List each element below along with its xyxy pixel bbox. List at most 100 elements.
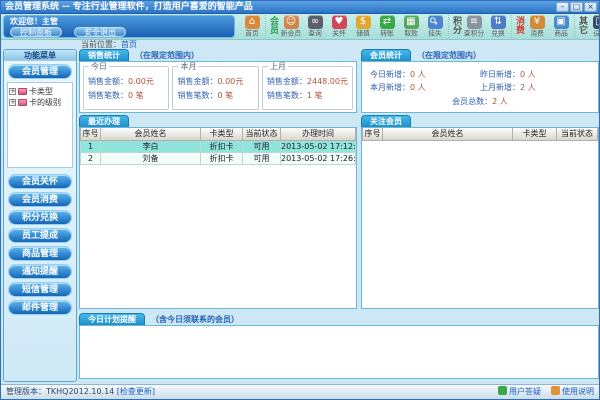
tab-member-statistics[interactable]: 会员统计 <box>361 49 411 61</box>
logout-button[interactable]: 安全退出 <box>74 27 126 37</box>
care-icon: ♥ <box>331 15 347 29</box>
group-label-other: 其它 <box>577 16 587 34</box>
settings-icon: ◨ <box>592 15 599 29</box>
toolbar-group-other: 其它 ◨ 设置 ◔ 提醒 ☎ 发短信 ✉ 群邮件 ▥ <box>574 15 599 38</box>
manual-icon <box>551 386 560 395</box>
group-label-points: 积分 <box>451 16 461 34</box>
toolbar-item-check-points[interactable]: ≡ 查积分 <box>462 15 486 38</box>
toolbar-item-withdraw[interactable]: ▦ 取款 <box>399 15 423 38</box>
sidebar-item-member-consume[interactable]: 会员消费 <box>8 192 72 207</box>
table-header-row: 序号 会员姓名 卡类型 当前状态 办理时间 <box>80 128 356 141</box>
toolbar: ⌂ 首页 会员 ☺ 新会员 ∞ 查询 ♥ 关怀 $ 储值 ⇄ 转账 ▦ 取款 ♀… <box>239 14 599 40</box>
new-member-icon: ☺ <box>283 15 299 29</box>
window-title: 会员管理系统 -- 专注行业管理软件，打造用户喜爱的智能产品 <box>5 2 253 12</box>
breadcrumb-label: 当前位置： <box>81 40 121 49</box>
expander-icon[interactable]: + <box>9 99 16 106</box>
toolbar-item-consume[interactable]: ¥ 消费 <box>525 15 549 38</box>
sidebar-item-staff-commission[interactable]: 员工提成 <box>8 228 72 243</box>
check-update-link[interactable]: [检查更新] <box>117 387 155 396</box>
consume-icon: ¥ <box>529 15 545 29</box>
toolbar-item-transfer[interactable]: ⇄ 转账 <box>375 15 399 38</box>
toolbar-item-care[interactable]: ♥ 关怀 <box>327 15 351 38</box>
toolbar-item-search[interactable]: ∞ 查询 <box>303 15 327 38</box>
statusbar: 管理版本：TKHQ2012.10.14 [检查更新] 用户答疑 使用说明 <box>1 384 599 399</box>
toolbar-group-home: ⌂ 首页 <box>239 15 265 38</box>
member-scope-hint: （在限定范围内） <box>417 51 481 60</box>
table-row[interactable]: 2 刘备 折扣卡 可用 2013-05-02 17:26:56 <box>80 152 356 165</box>
toolbar-item-home[interactable]: ⌂ 首页 <box>240 15 264 38</box>
manual-link[interactable]: 使用说明 <box>551 385 594 399</box>
tree-item-card-level[interactable]: + 卡的级别 <box>9 97 71 108</box>
welcome-panel: 欢迎您！主管 控制面板 安全退出 <box>3 15 235 38</box>
search-icon: ∞ <box>307 15 323 29</box>
expander-icon[interactable]: + <box>9 88 16 95</box>
sidebar-item-notification[interactable]: 通知提醒 <box>8 264 72 279</box>
sidebar-item-points-exchange[interactable]: 积分兑换 <box>8 210 72 225</box>
close-button[interactable]: × <box>584 2 597 12</box>
toolbar-group-consume: 消费 ¥ 消费 ▣ 商品 <box>511 15 574 38</box>
goods-icon: ▣ <box>553 15 569 29</box>
toolbar-item-stored-value[interactable]: $ 储值 <box>351 15 375 38</box>
sidebar-header: 功能菜单 <box>4 50 76 61</box>
sales-group-today: 今日 销售金额：0.00元 销售笔数：0 笔 <box>83 62 170 110</box>
sales-group-last-month: 上月 销售金额：2448.00元 销售笔数：1 笔 <box>261 62 353 110</box>
reminder-empty-area <box>79 325 599 379</box>
home-icon: ⌂ <box>244 15 260 29</box>
tree-item-card-type[interactable]: + 卡类型 <box>9 86 71 97</box>
sidebar-item-sms-management[interactable]: 短信管理 <box>8 282 72 297</box>
reminder-hint: （含今日须联系的会员） <box>151 315 239 324</box>
sidebar-item-goods-management[interactable]: 商品管理 <box>8 246 72 261</box>
toolbar-item-new-member[interactable]: ☺ 新会员 <box>279 15 303 38</box>
table-row[interactable]: 1 李白 折扣卡 可用 2013-05-02 17:12:41 <box>80 140 356 153</box>
toolbar-group-points: 积分 ≡ 查积分 ⇅ 兑换 <box>448 15 511 38</box>
control-panel-button[interactable]: 控制面板 <box>10 27 62 37</box>
card-icon <box>18 99 27 106</box>
toolbar-item-exchange[interactable]: ⇅ 兑换 <box>486 15 510 38</box>
tab-followed-members[interactable]: 关注会员 <box>361 115 411 127</box>
group-label-consume: 消费 <box>514 16 524 34</box>
member-total: 会员总数：2 人 <box>452 97 508 106</box>
check-points-icon: ≡ <box>466 15 482 29</box>
toolbar-group-member: 会员 ☺ 新会员 ∞ 查询 ♥ 关怀 $ 储值 ⇄ 转账 ▦ 取款 ♀ 挂失 <box>265 15 448 38</box>
version-value: TKHQ2012.10.14 <box>46 387 115 396</box>
user-qa-link[interactable]: 用户答疑 <box>498 385 541 399</box>
tab-today-reminder[interactable]: 今日计划提醒 <box>79 313 145 325</box>
minimize-button[interactable]: – <box>556 2 569 12</box>
version-label: 管理版本： <box>6 387 46 396</box>
sidebar: 功能菜单 会员管理 + 卡类型 + 卡的级别 会员关怀 会员消费 积分兑换 员工… <box>3 49 77 382</box>
top-band: 欢迎您！主管 控制面板 安全退出 ⌂ 首页 会员 ☺ 新会员 ∞ 查询 ♥ 关怀… <box>1 14 599 40</box>
withdraw-icon: ▦ <box>403 15 419 29</box>
sidebar-item-mail-management[interactable]: 邮件管理 <box>8 300 72 315</box>
table-header-row: 序号 会员姓名 卡类型 当前状态 <box>362 128 598 141</box>
app-window: 会员管理系统 -- 专注行业管理软件，打造用户喜爱的智能产品 – □ × 欢迎您… <box>0 0 600 400</box>
tab-sales-statistics[interactable]: 销售统计 <box>79 49 129 61</box>
toolbar-item-settings[interactable]: ◨ 设置 <box>588 15 599 38</box>
sales-scope-hint: （在限定范围内） <box>135 51 199 60</box>
recent-members-table: 序号 会员姓名 卡类型 当前状态 办理时间 1 李白 折扣卡 可用 2013-0… <box>80 128 356 165</box>
followed-members-panel: 关注会员 序号 会员姓名 卡类型 当前状态 <box>361 115 599 309</box>
recent-members-panel: 最近办理 序号 会员姓名 卡类型 当前状态 办理时间 1 李白 折扣卡 可用 2… <box>79 115 357 309</box>
tab-recent-members[interactable]: 最近办理 <box>79 115 129 127</box>
followed-members-table: 序号 会员姓名 卡类型 当前状态 <box>362 128 598 141</box>
maximize-button[interactable]: □ <box>570 2 583 12</box>
toolbar-item-goods[interactable]: ▣ 商品 <box>549 15 573 38</box>
stored-value-icon: $ <box>355 15 371 29</box>
today-reminder-panel: 今日计划提醒 （含今日须联系的会员） <box>79 313 599 379</box>
sidebar-tree: + 卡类型 + 卡的级别 <box>7 82 73 168</box>
card-icon <box>18 88 27 95</box>
breadcrumb: 当前位置：首页 <box>1 40 599 49</box>
welcome-text: 欢迎您！主管 <box>10 17 58 26</box>
sidebar-item-member-care[interactable]: 会员关怀 <box>8 174 72 189</box>
qa-icon <box>498 386 507 395</box>
toolbar-item-report-loss[interactable]: ♀ 挂失 <box>423 15 447 38</box>
report-loss-icon: ♀ <box>427 15 443 29</box>
titlebar: 会员管理系统 -- 专注行业管理软件，打造用户喜爱的智能产品 – □ × <box>1 1 599 14</box>
sales-statistics-panel: 销售统计 （在限定范围内） 今日 销售金额：0.00元 销售笔数：0 笔 本月 … <box>79 49 357 113</box>
member-statistics-panel: 会员统计 （在限定范围内） 今日新增：0 人 昨日新增：0 人 本月新增：0 人… <box>361 49 599 113</box>
window-controls: – □ × <box>554 1 599 13</box>
exchange-icon: ⇅ <box>490 15 506 29</box>
group-label-member: 会员 <box>268 16 278 34</box>
transfer-icon: ⇄ <box>379 15 395 29</box>
sidebar-item-member-management[interactable]: 会员管理 <box>8 64 72 79</box>
breadcrumb-home-link[interactable]: 首页 <box>121 40 137 49</box>
